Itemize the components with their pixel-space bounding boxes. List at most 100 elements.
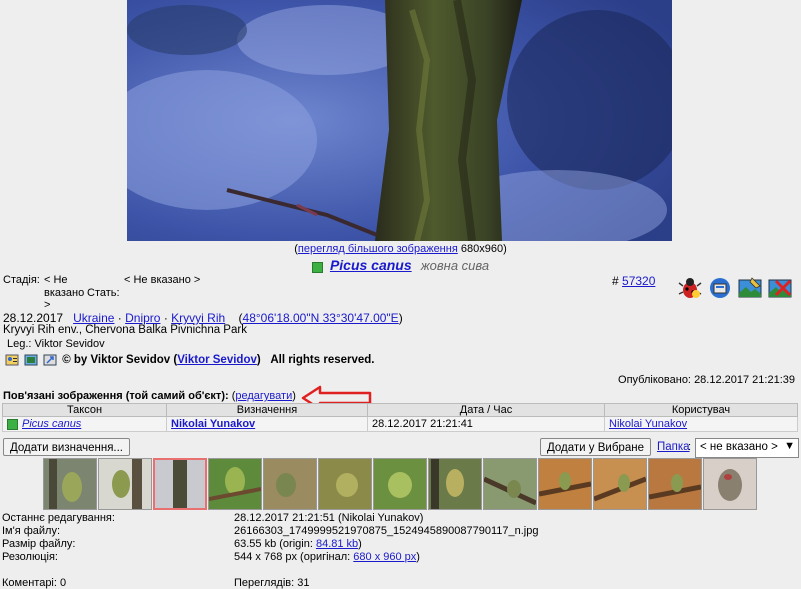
resolution-value: 544 x 768 px (оригінал: 680 x 960 px)	[234, 551, 420, 563]
location-line: 28.12.2017 Ukraine · Dnipro · Kryvyi Rih…	[3, 311, 403, 325]
thumbnail[interactable]	[538, 458, 592, 510]
coords-link[interactable]: 48°06'18.00"N 33°30'47.00"E	[243, 311, 399, 325]
views-value: 31	[297, 577, 310, 589]
related-heading: Пов'язані зображення (той самий об'єкт):…	[3, 390, 296, 402]
species-latin-link[interactable]: Picus canus	[330, 257, 412, 273]
filename-label: Ім'я файлу:	[2, 525, 61, 537]
rights-text: All rights reserved.	[270, 354, 375, 366]
record-hash: #	[612, 274, 619, 288]
copyright-line: © by Viktor Sevidov (Viktor Sevidov) All…	[5, 353, 375, 369]
status-green-icon	[311, 261, 323, 273]
folder-link[interactable]: Папка	[657, 441, 690, 453]
comments-line: Коментарі: 0	[2, 577, 66, 589]
loc-country-link[interactable]: Ukraine	[73, 311, 114, 325]
thumbnail[interactable]	[648, 458, 702, 510]
comments-label: Коментарі:	[2, 577, 57, 589]
record-id: # 57320	[612, 274, 655, 288]
filesize-suffix: )	[358, 538, 362, 550]
stage-value: < Не вказано >	[44, 274, 84, 312]
related-edit-link[interactable]: редагувати	[235, 390, 292, 402]
species-local-name: жовна сива	[420, 258, 490, 273]
leg-value: Viktor Sevidov	[34, 338, 105, 350]
col-ident: Визначення	[166, 403, 368, 417]
row-ident-link[interactable]: Nikolai Yunakov	[171, 418, 255, 430]
last-edit-value: 28.12.2017 21:21:51 (Nikolai Yunakov)	[234, 512, 424, 524]
database-icon[interactable]	[708, 276, 732, 300]
edit-image-icon[interactable]	[738, 276, 762, 300]
larger-image-caption: (перегляд більшого зображення 680x960)	[0, 243, 801, 255]
comments-value: 0	[60, 577, 67, 589]
sex-value: < Не вказано >	[124, 274, 201, 286]
published-label: Опубліковано:	[618, 374, 691, 386]
row-ident: Nikolai Yunakov	[166, 416, 368, 432]
thumbnail[interactable]	[98, 458, 152, 510]
published-line: Опубліковано: 28.12.2017 21:21:39	[618, 374, 795, 386]
row-taxon-link[interactable]: Picus canus	[22, 418, 81, 430]
resolution-original-link[interactable]: 680 x 960 px	[353, 551, 416, 563]
last-edit-label: Останнє редагування:	[2, 512, 115, 524]
copyright-prefix: © by Viktor Sevidov (	[62, 354, 178, 366]
col-taxon: Таксон	[2, 403, 167, 417]
leg-line: Leg.: Viktor Sevidov	[7, 338, 105, 350]
stage-value-line1: < Не	[44, 274, 68, 286]
resolution-suffix: )	[416, 551, 420, 563]
main-photo[interactable]	[127, 0, 672, 241]
species-title: Picus canus жовна сива	[0, 257, 801, 273]
larger-image-link[interactable]: перегляд більшого зображення	[298, 243, 458, 255]
thumbnail-strip	[43, 458, 763, 510]
add-identification-button[interactable]: Додати визначення...	[3, 438, 131, 456]
loc-city-link[interactable]: Kryvyi Rih	[171, 311, 225, 325]
thumbnail[interactable]	[428, 458, 482, 510]
add-favorite-button[interactable]: Додати у Вибране	[540, 438, 651, 456]
row-user-link[interactable]: Nikolai Yunakov	[609, 418, 687, 430]
resolution-prefix: 544 x 768 px (оригінал:	[234, 551, 351, 563]
delete-image-icon[interactable]	[768, 276, 792, 300]
thumbnail[interactable]	[208, 458, 262, 510]
related-header-row: Таксон Визначення Дата / Час Користувач	[2, 403, 798, 417]
thumbnail[interactable]	[318, 458, 372, 510]
share-icon[interactable]	[43, 353, 57, 367]
bug-report-icon[interactable]	[678, 276, 702, 300]
col-datetime: Дата / Час	[367, 403, 605, 417]
filesize-label: Размір файлу:	[2, 538, 76, 550]
filesize-prefix: 63.55 kb (origin:	[234, 538, 313, 550]
gallery-icon[interactable]	[24, 353, 38, 367]
status-green-icon	[7, 418, 18, 430]
row-taxon: Picus canus	[2, 416, 167, 432]
views-label: Переглядів:	[234, 577, 295, 589]
row-datetime: 28.12.2017 21:21:41	[367, 416, 605, 432]
thumbnail[interactable]	[483, 458, 537, 510]
filesize-origin-link[interactable]: 84.81 kb	[316, 538, 358, 550]
views-line: Переглядів: 31	[234, 577, 309, 589]
stage-value-line2: вказано	[44, 286, 85, 299]
thumbnail[interactable]	[703, 458, 757, 510]
record-id-link[interactable]: 57320	[622, 274, 655, 288]
resolution-label: Резолюція:	[2, 551, 58, 563]
loc-sep-2: ·	[163, 311, 168, 325]
filesize-value: 63.55 kb (origin: 84.81 kb)	[234, 538, 362, 550]
contact-icon[interactable]	[5, 353, 19, 367]
related-title: Пов'язані зображення (той самий об'єкт):	[3, 390, 229, 402]
thumbnail[interactable]	[373, 458, 427, 510]
published-value: 28.12.2017 21:21:39	[694, 374, 795, 386]
copyright-author-link[interactable]: Viktor Sevidov	[177, 354, 257, 366]
copyright-suffix: )	[256, 354, 261, 366]
related-table: Таксон Визначення Дата / Час Користувач …	[2, 403, 798, 432]
thumbnail[interactable]	[593, 458, 647, 510]
thumbnail[interactable]	[43, 458, 97, 510]
leg-label: Leg.:	[7, 338, 32, 350]
row-user: Nikolai Yunakov	[604, 416, 798, 432]
loc-sep-1: ·	[117, 311, 122, 325]
caption-suffix: )	[503, 243, 507, 255]
observation-date: 28.12.2017	[3, 311, 64, 325]
folder-select[interactable]: < не вказано > ▼	[695, 438, 799, 458]
caption-size: 680x960	[460, 243, 504, 255]
stage-label: Стадія:	[3, 274, 40, 286]
thumbnail-selected[interactable]	[153, 458, 207, 510]
place-name: Kryvyi Rih env., Chervona Balka Pivnichn…	[3, 324, 247, 336]
stage-value-line3: >	[44, 299, 51, 311]
sex-label: Стать:	[87, 287, 120, 299]
loc-region-link[interactable]: Dnipro	[125, 311, 160, 325]
table-row: Picus canus Nikolai Yunakov 28.12.2017 2…	[2, 416, 798, 432]
thumbnail[interactable]	[263, 458, 317, 510]
